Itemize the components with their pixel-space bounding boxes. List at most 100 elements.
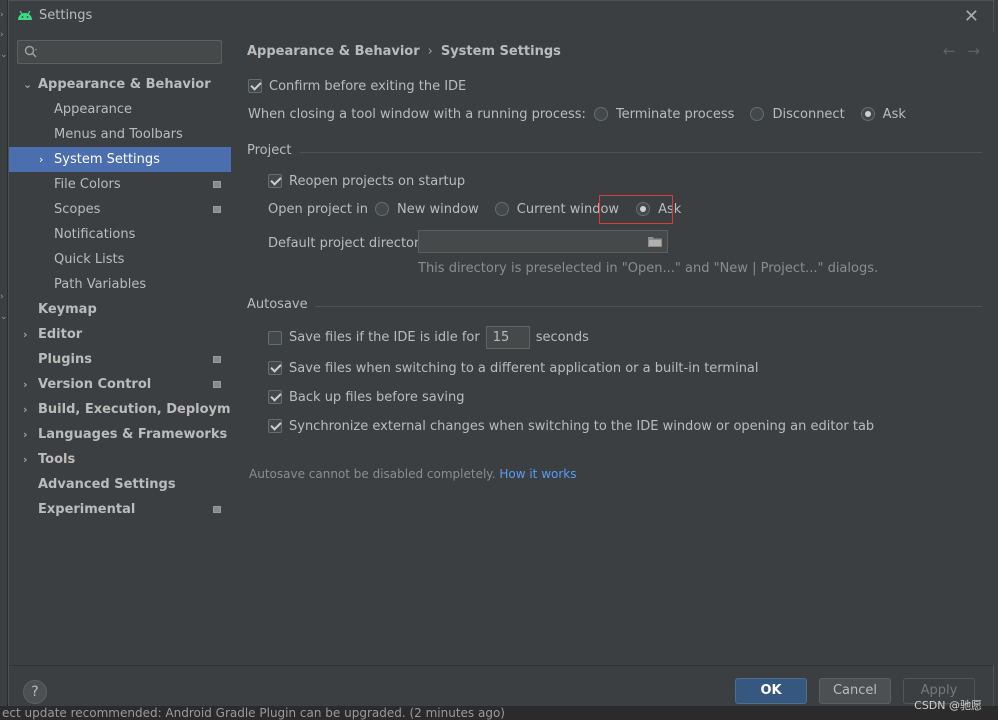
section-divider [315, 306, 982, 307]
sidebar-item-menus-and-toolbars[interactable]: Menus and Toolbars [9, 122, 231, 147]
new-window-label[interactable]: New window [397, 202, 479, 217]
search-input[interactable] [17, 40, 222, 64]
sidebar-item-label: Keymap [38, 302, 97, 317]
reopen-projects-row[interactable]: Reopen projects on startup [268, 173, 465, 189]
sidebar-item-label: File Colors [54, 177, 121, 192]
terminate-process-label[interactable]: Terminate process [616, 107, 735, 122]
backup-files-label: Back up files before saving [289, 389, 465, 405]
sidebar-item-build-execution-deployment[interactable]: › Build, Execution, Deployment [9, 397, 255, 422]
backup-files-checkbox[interactable] [268, 390, 282, 404]
sidebar-item-label: Path Variables [54, 277, 147, 292]
breadcrumb: Appearance & Behavior › System Settings [247, 44, 561, 59]
sidebar-item-label: Appearance & Behavior [38, 77, 211, 92]
sidebar-item-label: Scopes [54, 202, 101, 217]
sidebar-item-appearance[interactable]: Appearance [9, 97, 231, 122]
folder-icon[interactable] [648, 236, 662, 247]
sidebar-item-editor[interactable]: › Editor [9, 322, 231, 347]
forward-arrow-icon[interactable]: → [967, 42, 980, 60]
disconnect-radio[interactable] [750, 107, 765, 121]
chevron-right-icon[interactable]: › [23, 372, 28, 397]
sidebar-item-label: System Settings [54, 152, 160, 167]
sidebar-item-label: Advanced Settings [38, 477, 176, 492]
confirm-exit-checkbox[interactable] [248, 79, 262, 93]
autosave-note-text: Autosave cannot be disabled completely. [249, 467, 496, 481]
sync-changes-row[interactable]: Synchronize external changes when switch… [268, 418, 874, 434]
chevron-right-icon: › [0, 30, 4, 40]
sidebar-item-label: Appearance [54, 102, 133, 117]
chevron-right-icon[interactable]: › [23, 422, 28, 447]
sidebar-item-file-colors[interactable]: File Colors [9, 172, 231, 197]
confirm-exit-label: Confirm before exiting the IDE [269, 78, 467, 94]
ok-button[interactable]: OK [735, 678, 807, 704]
back-arrow-icon[interactable]: ← [943, 42, 956, 60]
sidebar-item-label: Tools [38, 452, 76, 467]
sync-changes-checkbox[interactable] [268, 419, 282, 433]
cancel-button[interactable]: Cancel [819, 678, 891, 704]
sidebar-item-plugins[interactable]: Plugins [9, 347, 231, 372]
reopen-projects-checkbox[interactable] [268, 174, 282, 188]
project-level-icon [213, 356, 221, 363]
sidebar-item-tools[interactable]: › Tools [9, 447, 231, 472]
sidebar-item-label: Menus and Toolbars [54, 127, 183, 142]
sidebar-item-quick-lists[interactable]: Quick Lists [9, 247, 231, 272]
chevron-right-icon[interactable]: › [23, 447, 28, 472]
current-window-radio[interactable] [494, 202, 509, 216]
section-divider [300, 152, 982, 153]
breadcrumb-parent[interactable]: Appearance & Behavior [247, 44, 420, 59]
sidebar-item-appearance-behavior[interactable]: ⌄ Appearance & Behavior [9, 72, 231, 97]
chevron-right-icon: › [0, 292, 4, 302]
project-level-icon [213, 381, 221, 388]
sidebar-item-path-variables[interactable]: Path Variables [9, 272, 231, 297]
backup-files-row[interactable]: Back up files before saving [268, 389, 465, 405]
idle-seconds-input[interactable]: 15 [485, 326, 530, 349]
android-icon [18, 10, 32, 20]
project-level-icon [213, 181, 221, 188]
autosave-switching-checkbox[interactable] [268, 361, 282, 375]
background-ide-strip-right [994, 0, 998, 720]
closing-process-row: When closing a tool window with a runnin… [248, 106, 906, 122]
chevron-right-icon[interactable]: › [23, 322, 28, 347]
chevron-right-icon[interactable]: › [23, 397, 28, 422]
window-title: Settings [39, 8, 93, 23]
watermark: CSDN @驰愿 [914, 699, 982, 712]
sidebar-item-advanced-settings[interactable]: Advanced Settings [9, 472, 231, 497]
help-button[interactable]: ? [23, 680, 47, 704]
open-project-in-label: Open project in [268, 201, 368, 217]
sidebar-item-label: Editor [38, 327, 83, 342]
autosave-switching-row[interactable]: Save files when switching to a different… [268, 360, 759, 376]
chevron-right-icon[interactable]: › [39, 147, 43, 172]
sidebar-item-label: Version Control [38, 377, 152, 392]
autosave-idle-row: Save files if the IDE is idle for 15 sec… [268, 326, 589, 349]
sidebar-item-label: Quick Lists [54, 252, 125, 267]
project-level-icon [213, 506, 221, 513]
settings-content: Appearance & Behavior › System Settings ← →… [231, 32, 994, 665]
sidebar-item-keymap[interactable]: Keymap [9, 297, 231, 322]
closing-ask-label[interactable]: Ask [883, 107, 906, 122]
autosave-note: Autosave cannot be disabled completely. … [249, 467, 576, 481]
autosave-switching-label: Save files when switching to a different… [289, 360, 759, 376]
sidebar-item-experimental[interactable]: Experimental [9, 497, 231, 522]
new-window-radio[interactable] [374, 202, 389, 216]
default-dir-hint: This directory is preselected in "Open..… [418, 261, 879, 276]
terminate-process-radio[interactable] [593, 107, 608, 121]
sidebar-item-system-settings[interactable]: › System Settings [9, 147, 231, 172]
sync-changes-label: Synchronize external changes when switch… [289, 418, 875, 434]
confirm-exit-row[interactable]: Confirm before exiting the IDE [248, 78, 466, 94]
disconnect-label[interactable]: Disconnect [772, 107, 844, 122]
default-dir-input[interactable] [418, 230, 668, 253]
sidebar-item-version-control[interactable]: › Version Control [9, 372, 231, 397]
chevron-down-icon: ⌄ [0, 50, 8, 60]
status-bar-message: ect update recommended: Android Gradle P… [0, 706, 998, 720]
search-icon [24, 45, 37, 58]
sidebar-item-label: Languages & Frameworks [38, 427, 228, 442]
chevron-down-icon[interactable]: ⌄ [23, 72, 32, 97]
closing-ask-radio[interactable] [860, 107, 875, 121]
history-nav: ← → [931, 42, 980, 60]
project-level-icon [213, 206, 221, 213]
sidebar-item-scopes[interactable]: Scopes [9, 197, 231, 222]
how-it-works-link[interactable]: How it works [499, 467, 576, 481]
sidebar-item-notifications[interactable]: Notifications [9, 222, 231, 247]
sidebar-item-languages-frameworks[interactable]: › Languages & Frameworks [9, 422, 231, 447]
autosave-idle-checkbox[interactable] [268, 330, 282, 345]
close-icon[interactable]: ✕ [964, 6, 979, 27]
